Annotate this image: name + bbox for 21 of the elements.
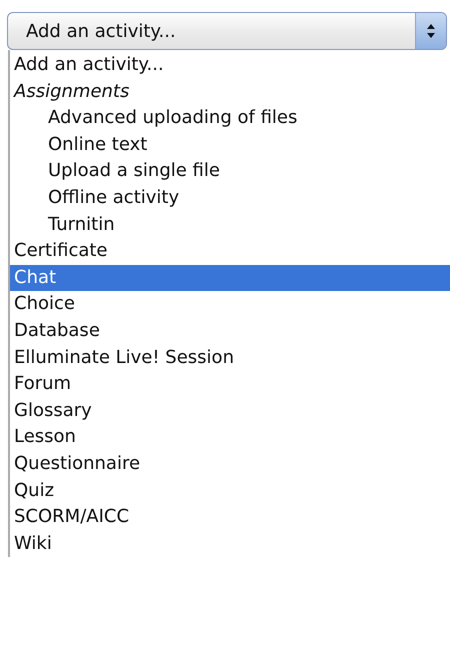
dropdown-option[interactable]: SCORM/AICC xyxy=(10,504,450,531)
dropdown-option[interactable]: Forum xyxy=(10,371,450,398)
up-down-arrows-icon xyxy=(427,24,435,38)
dropdown-option[interactable]: Upload a single file xyxy=(10,158,450,185)
dropdown-option[interactable]: Online text xyxy=(10,132,450,158)
group-label: Assignments xyxy=(12,80,130,104)
dropdown-option[interactable]: Chat xyxy=(10,264,450,292)
dropdown-option[interactable]: Certificate xyxy=(10,238,450,265)
dropdown-option[interactable]: Advanced uploading of files xyxy=(10,105,450,132)
dropdown-option[interactable]: Turnitin xyxy=(10,212,450,238)
select-dropdown[interactable]: Add an activity... xyxy=(7,12,447,50)
dropdown-option[interactable]: Wiki xyxy=(10,530,450,558)
dropdown-option[interactable]: Choice xyxy=(10,291,450,318)
dropdown-option[interactable]: Lesson xyxy=(10,424,450,451)
dropdown-option[interactable]: Glossary xyxy=(10,398,450,424)
dropdown-option[interactable]: Elluminate Live! Session xyxy=(10,344,450,372)
dropdown-option[interactable]: Add an activity... xyxy=(10,52,450,79)
dropdown-option[interactable]: Offline activity xyxy=(10,184,450,212)
dropdown-option[interactable]: Quiz xyxy=(10,478,450,504)
dropdown-option[interactable]: Questionnaire xyxy=(10,450,450,478)
dropdown-option[interactable]: Database xyxy=(10,318,450,345)
